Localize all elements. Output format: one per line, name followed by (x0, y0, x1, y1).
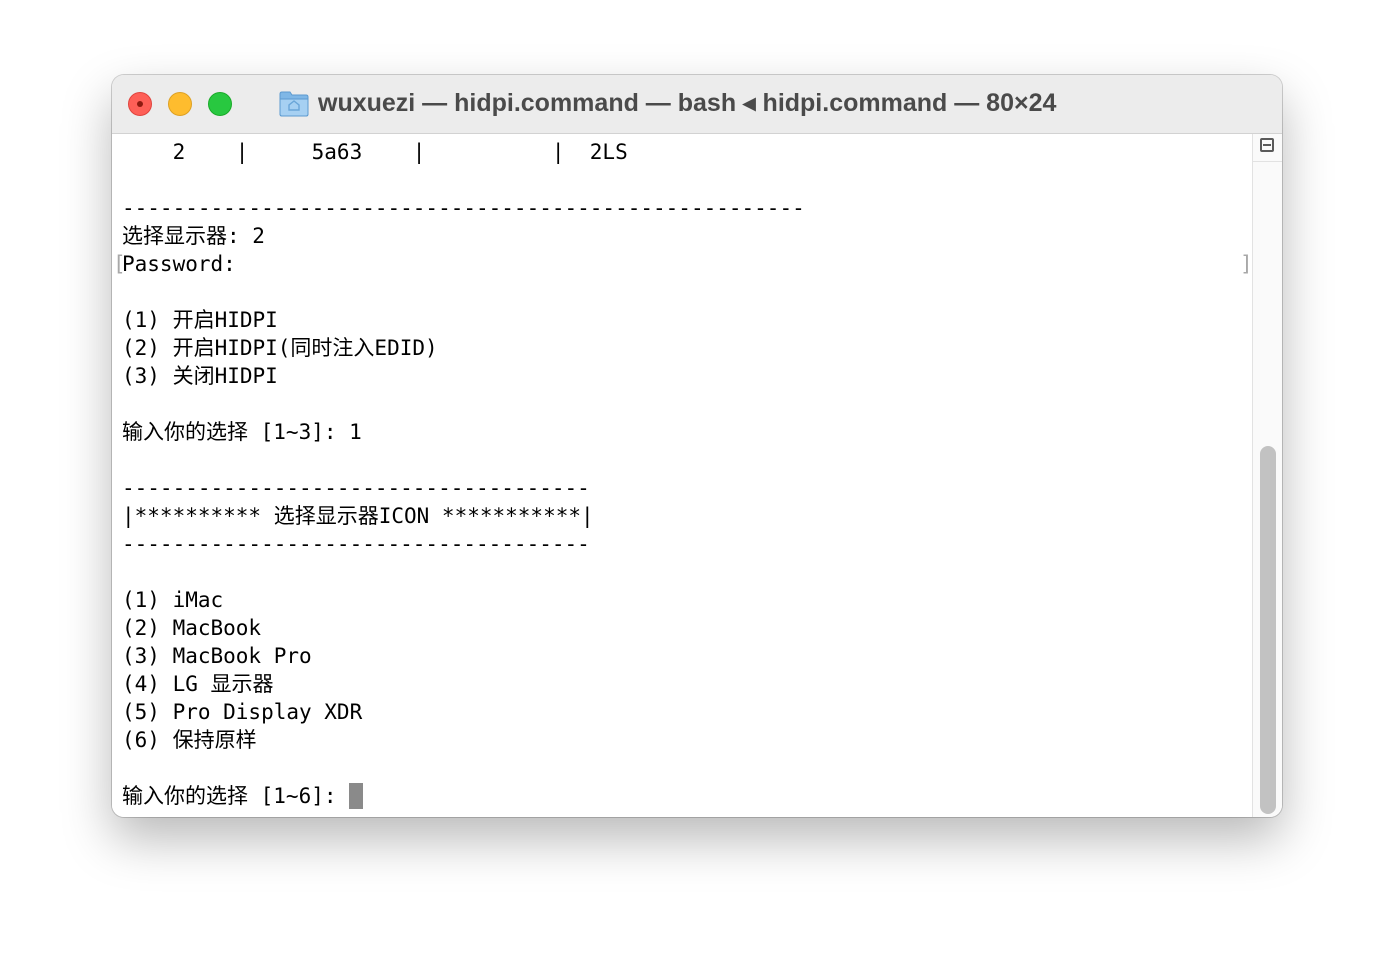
terminal-line: |********** 选择显示器ICON ***********| (122, 504, 594, 528)
terminal-line: (1) 开启HIDPI (122, 308, 278, 332)
terminal-line: (3) 关闭HIDPI (122, 364, 278, 388)
window-title: wuxuezi — hidpi.command — bash ◂ hidpi.c… (318, 89, 1057, 117)
split-pane-icon[interactable] (1260, 138, 1274, 152)
terminal-line: (3) MacBook Pro (122, 644, 312, 668)
terminal-line: (4) LG 显示器 (122, 672, 274, 696)
password-mark-left: [ (113, 252, 126, 276)
password-mark-right: ] (1240, 252, 1252, 276)
terminal-line: 输入你的选择 [1~3]: 1 (122, 420, 362, 444)
minimize-button[interactable] (168, 92, 192, 116)
scrollbar-thumb[interactable] (1260, 446, 1276, 814)
close-icon (137, 101, 143, 107)
terminal-line: (2) 开启HIDPI(同时注入EDID) (122, 336, 438, 360)
divider (1253, 161, 1282, 162)
terminal-content[interactable]: 2 | 5a63 | | 2LS -----------------------… (112, 134, 1252, 817)
prompt-line: 输入你的选择 [1~6]: (122, 782, 364, 810)
terminal-line: 2 | 5a63 | | 2LS (122, 140, 628, 164)
folder-icon (279, 91, 309, 117)
terminal-line: 选择显示器: 2 (122, 224, 265, 248)
terminal-line: (1) iMac (122, 588, 224, 612)
maximize-button[interactable] (208, 92, 232, 116)
terminal-line: ------------------------------------- (122, 476, 590, 500)
terminal-window: wuxuezi — hidpi.command — bash ◂ hidpi.c… (112, 75, 1282, 817)
password-prompt: Password: (122, 252, 236, 276)
close-button[interactable] (128, 92, 152, 116)
input-prompt: 输入你的选择 [1~6]: (122, 784, 350, 808)
title-bar[interactable]: wuxuezi — hidpi.command — bash ◂ hidpi.c… (112, 75, 1282, 134)
terminal-line: (6) 保持原样 (122, 728, 257, 752)
terminal-line: (2) MacBook (122, 616, 262, 640)
terminal-line: ------------------------------------- (122, 532, 590, 556)
terminal-line: (5) Pro Display XDR (122, 700, 363, 724)
terminal-line: ----------------------------------------… (122, 196, 805, 220)
text-cursor (349, 783, 364, 809)
